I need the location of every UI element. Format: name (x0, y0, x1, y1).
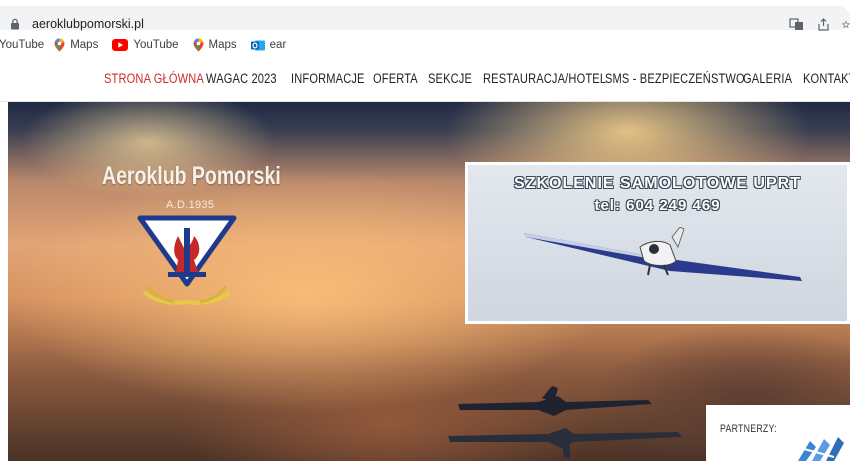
lock-icon[interactable] (9, 18, 21, 30)
bookmarks-bar: YouTube Maps YouTube Maps ear (0, 34, 850, 56)
bookmark-label: Maps (208, 39, 237, 51)
bookmark-youtube-2[interactable]: YouTube (112, 39, 179, 51)
promo-title: SZKOLENIE SAMOLOTOWE UPRT (514, 175, 801, 192)
site-navigation: STRONA GŁÓWNA WAGAC 2023 INFORMACJE OFER… (0, 57, 850, 102)
maps-pin-icon (193, 38, 204, 52)
aircraft-formation-icon (448, 386, 682, 458)
omnibox[interactable]: aeroklubpomorski.pl (0, 6, 850, 32)
hero-subtitle: A.D.1935 (166, 199, 215, 211)
translate-icon[interactable] (788, 16, 804, 32)
share-icon[interactable] (815, 16, 831, 32)
nav-item-restauracja[interactable]: RESTAURACJA/HOTEL (483, 71, 606, 86)
bookmark-label: YouTube (133, 39, 179, 51)
aeroklub-emblem-icon[interactable] (134, 214, 240, 310)
nav-item-sekcje[interactable]: SEKCJE (428, 71, 473, 86)
bookmark-label: ear (269, 39, 287, 51)
url-text[interactable]: aeroklubpomorski.pl (32, 17, 144, 31)
nav-item-oferta[interactable]: OFERTA (373, 71, 418, 86)
omnibox-actions (788, 16, 850, 32)
youtube-icon (112, 39, 129, 51)
hero-banner: Aeroklub Pomorski A.D.1935 SZKOLENIE SAM… (8, 102, 850, 461)
bookmark-label: YouTube (0, 39, 45, 51)
partners-box: PARTNERZY: (706, 405, 850, 461)
partners-title: PARTNERZY: (720, 423, 777, 435)
promo-phone: tel: 604 249 469 (594, 197, 721, 214)
nav-menu: STRONA GŁÓWNA WAGAC 2023 INFORMACJE OFER… (104, 71, 850, 86)
nav-item-galeria[interactable]: GALERIA (743, 71, 792, 86)
outlook-icon (250, 40, 265, 50)
hero-title: Aeroklub Pomorski (102, 162, 281, 190)
nav-item-kontakt[interactable]: KONTAKT (803, 71, 850, 86)
nav-item-wagac[interactable]: WAGAC 2023 (206, 71, 277, 86)
promo-panel[interactable]: SZKOLENIE SAMOLOTOWE UPRT tel: 604 249 4… (465, 162, 850, 324)
partner-logo-icon[interactable] (794, 435, 844, 461)
airplane-icon (524, 227, 802, 281)
bookmark-maps[interactable]: Maps (54, 38, 98, 52)
bookmark-label: Maps (70, 39, 99, 51)
bookmark-outlook[interactable]: ear (250, 39, 287, 52)
browser-address-bar: aeroklubpomorski.pl (0, 0, 850, 34)
nav-item-sms[interactable]: SMS - BEZPIECZEŃSTWO (605, 71, 745, 86)
nav-item-home[interactable]: STRONA GŁÓWNA (104, 71, 204, 86)
nav-item-informacje[interactable]: INFORMACJE (291, 71, 364, 86)
bookmark-star-icon[interactable] (842, 16, 850, 32)
bookmark-maps-2[interactable]: Maps (193, 38, 237, 52)
maps-pin-icon (54, 38, 65, 52)
bookmark-youtube[interactable]: YouTube (0, 39, 44, 51)
